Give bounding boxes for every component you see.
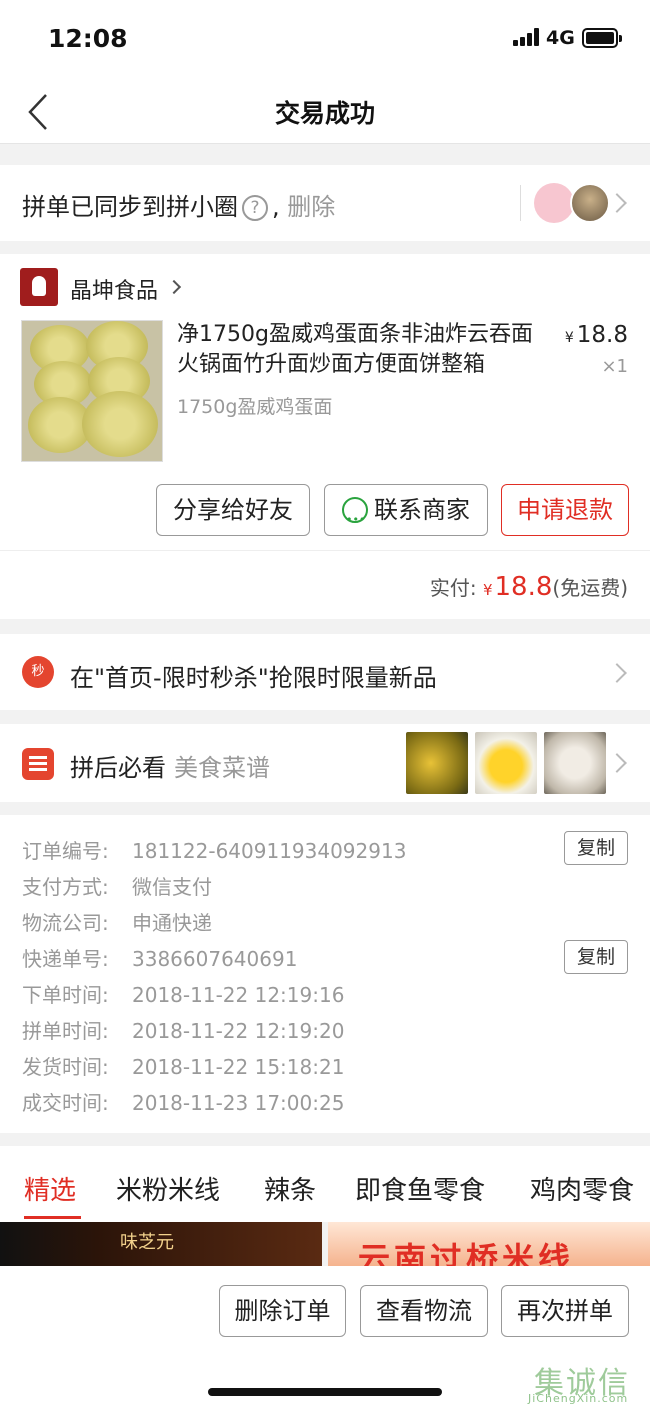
paid-value: 18.8 — [494, 572, 553, 602]
product-price: ¥18.8 — [565, 322, 628, 348]
watermark-url: JiChengXin.com — [528, 1392, 629, 1405]
home-indicator[interactable] — [208, 1388, 442, 1396]
recipe-thumbnail[interactable] — [544, 732, 606, 794]
sync-label: 拼单已同步到拼小圈 — [22, 193, 238, 221]
status-bar: 12:08 4G — [0, 0, 650, 78]
list-icon — [22, 748, 54, 780]
alarm-clock-icon: 秒 — [22, 656, 54, 688]
tracking-number-row: 快递单号: 3386607640691 — [22, 943, 297, 972]
sync-text: 拼单已同步到拼小圈?, 删除 — [22, 187, 335, 222]
status-time: 12:08 — [48, 24, 128, 53]
sync-separator: , — [272, 193, 280, 221]
product-image[interactable] — [21, 320, 163, 462]
contact-label: 联系商家 — [374, 496, 470, 524]
reorder-button[interactable]: 再次拼单 — [501, 1285, 629, 1337]
chevron-right-icon — [607, 663, 627, 683]
recipe-thumbnail[interactable] — [475, 732, 537, 794]
recipe-thumbnail[interactable] — [406, 732, 468, 794]
chat-icon — [342, 495, 368, 545]
info-key: 拼单时间: — [22, 1019, 109, 1043]
tab-fish-snacks[interactable]: 即食鱼零食 — [355, 1170, 485, 1207]
info-key: 物流公司: — [22, 911, 109, 935]
chevron-right-icon — [166, 279, 182, 295]
delete-order-button[interactable]: 删除订单 — [219, 1285, 346, 1337]
courier-row: 物流公司: 申通快递 — [22, 907, 212, 936]
tab-spicy-strips[interactable]: 辣条 — [264, 1170, 316, 1207]
info-value: 2018-11-22 12:19:16 — [132, 983, 345, 1007]
shipping-note: (免运费) — [552, 576, 628, 600]
paid-amount: 实付: ¥18.8(免运费) — [430, 572, 628, 602]
recipe-card[interactable]: 拼后必看 美食菜谱 — [0, 724, 650, 802]
battery-icon — [582, 28, 622, 48]
product-banner[interactable]: 味芝元 — [0, 1222, 322, 1266]
avatar — [570, 183, 610, 223]
info-value: 181122-640911934092913 — [132, 839, 407, 863]
tab-chicken-snacks[interactable]: 鸡肉零食 — [530, 1170, 634, 1207]
tab-rice-noodles[interactable]: 米粉米线 — [116, 1170, 220, 1207]
promo-text: 在"首页-限时秒杀"抢限时限量新品 — [70, 664, 437, 692]
order-info: 订单编号: 181122-640911934092913 复制 支付方式: 微信支付… — [0, 815, 650, 1133]
refund-button[interactable]: 申请退款 — [501, 484, 629, 536]
divider — [0, 550, 650, 551]
info-key: 发货时间: — [22, 1055, 109, 1079]
info-key: 订单编号: — [22, 839, 109, 863]
product-name[interactable]: 净1750g盈威鸡蛋面条非油炸云吞面火锅面竹升面炒面方便面饼整箱 — [177, 320, 547, 380]
shop-logo — [20, 268, 58, 306]
info-value: 2018-11-22 15:18:21 — [132, 1055, 345, 1079]
price-value: 18.8 — [576, 322, 628, 348]
tab-featured[interactable]: 精选 — [24, 1170, 76, 1207]
info-value: 2018-11-22 12:19:20 — [132, 1019, 345, 1043]
chevron-right-icon — [607, 753, 627, 773]
info-value: 微信支付 — [132, 875, 212, 899]
flash-sale-banner[interactable]: 秒 在"首页-限时秒杀"抢限时限量新品 — [0, 634, 650, 710]
info-key: 成交时间: — [22, 1091, 109, 1115]
share-button[interactable]: 分享给好友 — [156, 484, 310, 536]
view-logistics-label: 查看物流 — [376, 1297, 472, 1325]
help-icon[interactable]: ? — [242, 195, 268, 221]
product-banner[interactable]: 云南过桥米线 — [328, 1222, 650, 1266]
info-key: 快递单号: — [22, 947, 109, 971]
divider — [520, 185, 521, 221]
page-title: 交易成功 — [274, 99, 375, 128]
copy-tracking-number-button[interactable]: 复制 — [564, 940, 628, 974]
active-tab-indicator — [24, 1216, 81, 1219]
product-quantity: ×1 — [601, 356, 628, 377]
chevron-right-icon — [607, 193, 627, 213]
banner-text: 味芝元 — [120, 1232, 174, 1253]
currency-symbol: ¥ — [564, 330, 574, 346]
banner-text: 云南过桥米线 — [358, 1240, 575, 1266]
copy-order-number-button[interactable]: 复制 — [564, 831, 628, 865]
share-label: 分享给好友 — [173, 496, 293, 524]
info-key: 支付方式: — [22, 875, 109, 899]
deal-time-row: 成交时间: 2018-11-23 17:00:25 — [22, 1087, 344, 1116]
delete-sync-link[interactable]: 删除 — [287, 193, 335, 221]
network-label: 4G — [546, 27, 575, 49]
order-time-row: 下单时间: 2018-11-22 12:19:16 — [22, 979, 344, 1008]
group-time-row: 拼单时间: 2018-11-22 12:19:20 — [22, 1015, 344, 1044]
recipe-title: 拼后必看 美食菜谱 — [70, 748, 270, 783]
product-spec: 1750g盈威鸡蛋面 — [177, 396, 333, 418]
nav-bar: 交易成功 — [0, 78, 650, 144]
recipe-subtitle: 美食菜谱 — [174, 754, 270, 782]
paid-label: 实付: — [429, 576, 477, 600]
info-value: 2018-11-23 17:00:25 — [132, 1091, 345, 1115]
reorder-label: 再次拼单 — [517, 1297, 613, 1325]
info-value: 申通快递 — [132, 911, 212, 935]
bottom-action-bar: 删除订单 查看物流 再次拼单 集诚信 JiChengXin.com — [0, 1266, 650, 1406]
info-key: 下单时间: — [22, 983, 109, 1007]
payment-method-row: 支付方式: 微信支付 — [22, 871, 212, 900]
view-logistics-button[interactable]: 查看物流 — [360, 1285, 488, 1337]
recipe-heading: 拼后必看 — [70, 754, 166, 782]
refund-label: 申请退款 — [517, 496, 613, 524]
product-card: 晶坤食品 净1750g盈威鸡蛋面条非油炸云吞面火锅面竹升面炒面方便面饼整箱 17… — [0, 254, 650, 619]
category-tabs: 精选 米粉米线 辣条 即食鱼零食 鸡肉零食 — [0, 1146, 650, 1222]
order-number-row: 订单编号: 181122-640911934092913 — [22, 835, 406, 864]
avatar — [534, 183, 574, 223]
delete-order-label: 删除订单 — [234, 1297, 331, 1325]
currency-symbol: ¥ — [482, 581, 493, 599]
shop-name[interactable]: 晶坤食品 — [70, 273, 158, 305]
contact-merchant-button[interactable]: 联系商家 — [324, 484, 488, 545]
info-value: 3386607640691 — [132, 947, 298, 971]
ship-time-row: 发货时间: 2018-11-22 15:18:21 — [22, 1051, 344, 1080]
